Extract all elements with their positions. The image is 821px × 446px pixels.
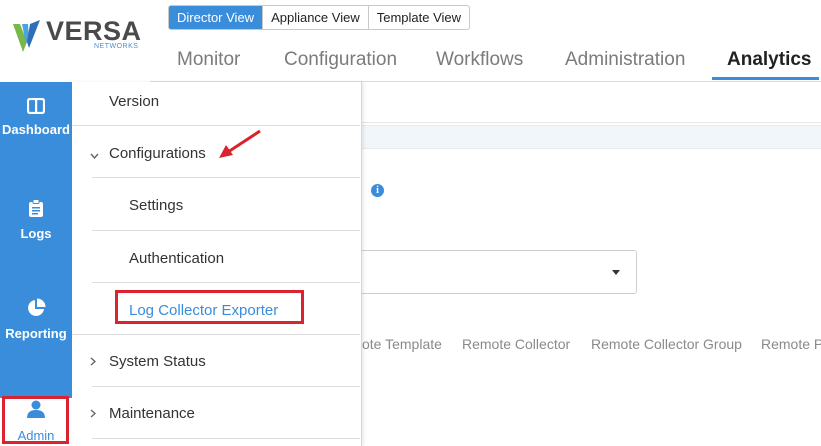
template-view-button[interactable]: Template View <box>369 6 469 29</box>
sidebar-item-logs[interactable]: Logs <box>0 199 72 241</box>
nav-monitor[interactable]: Monitor <box>177 49 240 71</box>
nav-administration[interactable]: Administration <box>565 49 685 71</box>
brand-tagline: NETWORKS <box>94 43 139 50</box>
appliance-view-button[interactable]: Appliance View <box>263 6 369 29</box>
chevron-right-icon <box>90 407 97 421</box>
chevron-right-icon <box>90 355 97 369</box>
content-divider <box>362 122 821 123</box>
menu-divider <box>72 125 360 126</box>
sidebar-item-reporting[interactable]: Reporting <box>0 298 72 341</box>
caret-down-icon <box>612 270 620 275</box>
active-nav-indicator <box>712 77 819 80</box>
tab-remote-collector[interactable]: Remote Collector <box>462 336 570 352</box>
tab-remote-template[interactable]: ote Template <box>362 336 442 352</box>
menu-item-maintenance[interactable]: Maintenance <box>109 405 309 422</box>
sidebar-item-dashboard[interactable]: Dashboard <box>0 98 72 137</box>
menu-divider <box>92 386 360 387</box>
sidebar-label-dashboard: Dashboard <box>2 122 70 137</box>
director-view-button[interactable]: Director View <box>169 6 264 29</box>
tab-remote-p[interactable]: Remote P <box>761 336 821 352</box>
view-switcher: Director View Appliance View Template Vi… <box>168 5 471 30</box>
menu-divider <box>72 334 360 335</box>
dashboard-icon <box>27 98 45 114</box>
menu-item-version[interactable]: Version <box>109 93 349 110</box>
nav-analytics[interactable]: Analytics <box>727 49 811 71</box>
chevron-down-icon <box>90 148 99 162</box>
menu-item-configurations[interactable]: Configurations <box>109 145 309 162</box>
nav-configuration[interactable]: Configuration <box>284 49 397 71</box>
sidebar-label-logs: Logs <box>20 226 52 241</box>
menu-item-settings[interactable]: Settings <box>129 197 329 214</box>
sidebar-label-reporting: Reporting <box>5 326 67 341</box>
annotation-arrow-icon <box>219 129 261 158</box>
menu-item-authentication[interactable]: Authentication <box>129 250 329 267</box>
clipboard-icon <box>29 199 43 217</box>
menu-divider <box>92 438 360 439</box>
menu-divider <box>92 177 360 178</box>
admin-highlight-box <box>2 396 69 444</box>
nav-workflows[interactable]: Workflows <box>436 49 523 71</box>
menu-item-system-status[interactable]: System Status <box>109 353 309 370</box>
tab-remote-collector-group[interactable]: Remote Collector Group <box>591 336 742 352</box>
versa-logo-icon <box>13 20 40 52</box>
menu-divider <box>92 230 360 231</box>
info-icon[interactable]: i <box>371 184 384 197</box>
menu-divider <box>92 282 360 283</box>
log-collector-exporter-highlight-box <box>115 290 304 324</box>
content-banner <box>362 125 821 149</box>
pie-chart-icon <box>28 298 46 316</box>
content-tabs: ote Template Remote Collector Remote Col… <box>362 336 821 356</box>
content-select[interactable] <box>362 250 637 294</box>
versa-logo: VERSA NETWORKS <box>12 16 162 60</box>
